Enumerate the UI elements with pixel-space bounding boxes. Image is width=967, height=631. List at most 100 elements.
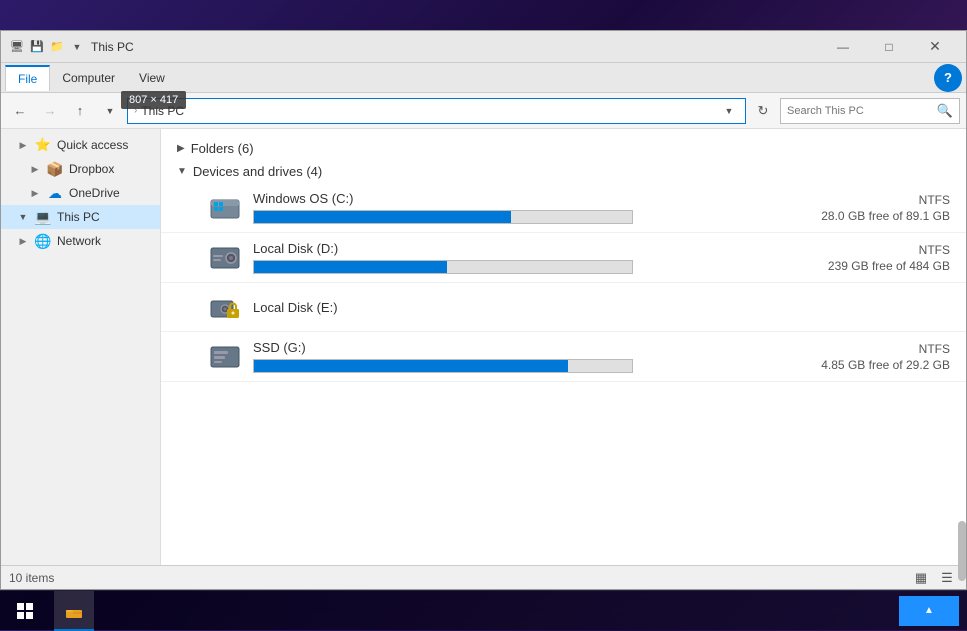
folders-toggle-icon: ▶: [177, 143, 185, 154]
start-button[interactable]: [0, 591, 50, 631]
window-icon-folder: 📁: [49, 39, 65, 55]
this-pc-label: This PC: [57, 210, 100, 224]
help-button[interactable]: ?: [934, 64, 962, 92]
toolbar: ← → ↑ ▼ › This PC ▼ ↻ 🔍: [1, 93, 966, 129]
drive-g-info: SSD (G:): [253, 340, 792, 373]
taskbar-explorer[interactable]: [54, 591, 94, 631]
window-icon-monitor: 🖥: [9, 39, 25, 55]
folders-section-header[interactable]: ▶ Folders (6): [161, 137, 966, 160]
taskbar-right: ▲: [899, 596, 967, 626]
recent-locations-button[interactable]: ▼: [97, 98, 123, 124]
refresh-button[interactable]: ↻: [750, 98, 776, 124]
onedrive-label: OneDrive: [69, 186, 120, 200]
folders-section-title: Folders (6): [191, 141, 254, 156]
notification-area[interactable]: ▲: [899, 596, 959, 626]
onedrive-icon: ☁: [47, 185, 63, 201]
devices-section-title: Devices and drives (4): [193, 164, 322, 179]
content-area: ▶ ⭐ Quick access ▶ 📦 Dropbox ▶ ☁ OneDriv…: [1, 129, 966, 565]
scrollbar-thumb[interactable]: [958, 521, 966, 565]
drive-g-meta: NTFS 4.85 GB free of 29.2 GB: [820, 342, 950, 372]
drive-d-meta: NTFS 239 GB free of 484 GB: [820, 243, 950, 273]
sidebar-item-network[interactable]: ▶ 🌐 Network: [1, 229, 160, 253]
window-icon-down: ▼: [69, 39, 85, 55]
address-this-pc[interactable]: This PC: [141, 104, 184, 118]
onedrive-expand-icon: ▶: [29, 187, 41, 199]
tab-file[interactable]: File: [5, 65, 50, 91]
drive-g-bar: [254, 360, 568, 372]
drive-c-space: 28.0 GB free of 89.1 GB: [821, 209, 950, 223]
network-expand-icon: ▶: [17, 235, 29, 247]
dropbox-icon: 📦: [47, 161, 63, 177]
title-bar-icons: 🖥 💾 📁 ▼: [9, 39, 85, 55]
sidebar-item-this-pc[interactable]: ▼ 💻 This PC: [1, 205, 160, 229]
drive-e-meta: [820, 306, 950, 308]
menu-bar: File Computer View ?: [1, 63, 966, 93]
drive-d-name: Local Disk (D:): [253, 241, 792, 256]
window-icon-save: 💾: [29, 39, 45, 55]
drive-g-space: 4.85 GB free of 29.2 GB: [821, 358, 950, 372]
maximize-button[interactable]: □: [866, 31, 912, 63]
item-count: 10 items: [9, 571, 54, 585]
window-title: This PC: [91, 40, 820, 54]
drive-g-name: SSD (G:): [253, 340, 792, 355]
up-button[interactable]: ↑: [67, 98, 93, 124]
devices-toggle-icon: ▼: [177, 166, 187, 177]
dropbox-label: Dropbox: [69, 162, 114, 176]
sidebar: ▶ ⭐ Quick access ▶ 📦 Dropbox ▶ ☁ OneDriv…: [1, 129, 161, 565]
search-icon: 🔍: [937, 103, 953, 119]
taskbar: ▲: [0, 590, 967, 630]
drive-item-c[interactable]: Windows OS (C:) NTFS 28.0 GB free of 89.…: [161, 183, 966, 233]
search-input[interactable]: [787, 105, 933, 117]
drive-e-icon: [209, 291, 241, 323]
tiles-view-button[interactable]: ▦: [910, 569, 932, 587]
quick-access-expand-icon: ▶: [17, 139, 29, 151]
drive-c-meta: NTFS 28.0 GB free of 89.1 GB: [820, 193, 950, 223]
drive-c-bar-container: [253, 210, 633, 224]
network-icon: 🌐: [35, 233, 51, 249]
sidebar-item-dropbox[interactable]: ▶ 📦 Dropbox: [1, 157, 160, 181]
quick-access-label: Quick access: [57, 138, 128, 152]
explorer-window: 🖥 💾 📁 ▼ This PC — □ ✕ File Computer View…: [0, 30, 967, 590]
address-bar: › This PC ▼: [127, 98, 746, 124]
drive-g-icon: [209, 341, 241, 373]
drive-e-name: Local Disk (E:): [253, 300, 792, 315]
drive-g-fs: NTFS: [919, 342, 950, 356]
drive-c-name: Windows OS (C:): [253, 191, 792, 206]
this-pc-icon: 💻: [35, 209, 51, 225]
devices-section-header[interactable]: ▼ Devices and drives (4): [161, 160, 966, 183]
drive-d-bar-container: [253, 260, 633, 274]
sidebar-item-onedrive[interactable]: ▶ ☁ OneDrive: [1, 181, 160, 205]
this-pc-expand-icon: ▼: [17, 211, 29, 223]
view-controls: ▦ ☰: [910, 569, 958, 587]
main-panel: ▶ Folders (6) ▼ Devices and drives (4): [161, 129, 966, 565]
drive-e-info: Local Disk (E:): [253, 300, 792, 315]
back-button[interactable]: ←: [7, 98, 33, 124]
drive-item-g[interactable]: SSD (G:) NTFS 4.85 GB free of 29.2 GB: [161, 332, 966, 382]
drive-c-info: Windows OS (C:): [253, 191, 792, 224]
drive-d-bar: [254, 261, 447, 273]
title-bar-controls: — □ ✕: [820, 31, 958, 63]
network-label: Network: [57, 234, 101, 248]
address-dropdown-button[interactable]: ▼: [719, 99, 739, 123]
close-button[interactable]: ✕: [912, 31, 958, 63]
forward-button[interactable]: →: [37, 98, 63, 124]
sidebar-item-quick-access[interactable]: ▶ ⭐ Quick access: [1, 133, 160, 157]
status-bar: 10 items ▦ ☰: [1, 565, 966, 589]
drive-d-fs: NTFS: [919, 243, 950, 257]
drive-item-d[interactable]: Local Disk (D:) NTFS 239 GB free of 484 …: [161, 233, 966, 283]
drive-d-info: Local Disk (D:): [253, 241, 792, 274]
taskbar-apps: [54, 591, 94, 631]
drive-item-e[interactable]: Local Disk (E:): [161, 283, 966, 332]
address-path: › This PC: [134, 104, 715, 118]
tab-computer[interactable]: Computer: [50, 66, 127, 90]
drive-g-bar-container: [253, 359, 633, 373]
search-bar: 🔍: [780, 98, 960, 124]
list-view-button[interactable]: ☰: [936, 569, 958, 587]
quick-access-icon: ⭐: [35, 137, 51, 153]
title-bar: 🖥 💾 📁 ▼ This PC — □ ✕: [1, 31, 966, 63]
tab-view[interactable]: View: [127, 66, 177, 90]
address-arrow: ›: [134, 105, 137, 116]
drive-d-icon: [209, 242, 241, 274]
minimize-button[interactable]: —: [820, 31, 866, 63]
dropbox-expand-icon: ▶: [29, 163, 41, 175]
